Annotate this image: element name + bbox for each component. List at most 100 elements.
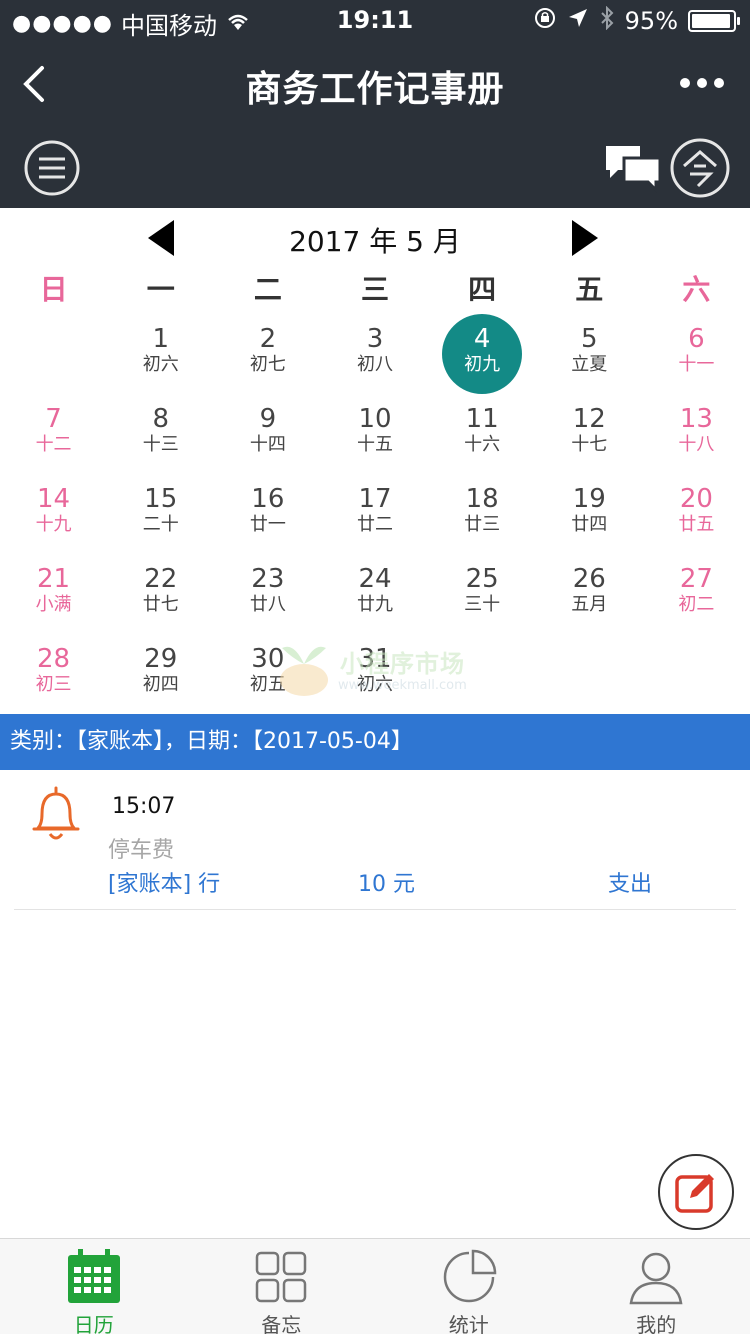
day-number: 7 bbox=[45, 404, 62, 434]
day-number: 9 bbox=[259, 404, 277, 434]
calendar-day-14[interactable]: 14 十九 bbox=[0, 474, 107, 554]
calendar-day-3[interactable]: 3 初八 bbox=[321, 314, 428, 394]
calendar-day-4[interactable]: 4 初九 bbox=[429, 314, 536, 394]
calendar-day-18[interactable]: 18 廿三 bbox=[429, 474, 536, 554]
today-button[interactable] bbox=[668, 136, 732, 200]
add-note-button[interactable] bbox=[658, 1154, 734, 1230]
calendar-day-1[interactable]: 1 初六 bbox=[107, 314, 214, 394]
lunar-date: 十一 bbox=[678, 354, 715, 375]
day-number: 21 bbox=[37, 564, 71, 594]
lunar-date: 廿七 bbox=[142, 594, 179, 615]
tab-calendar[interactable]: 日历 bbox=[0, 1239, 188, 1334]
day-number: 8 bbox=[152, 404, 169, 434]
weekday-header: 日 一 二 三 四 五 六 bbox=[0, 270, 750, 310]
chat-button[interactable] bbox=[604, 142, 662, 194]
calendar-empty-cell bbox=[0, 314, 107, 394]
lunar-date: 五月 bbox=[571, 594, 608, 615]
tab-calendar-label: 日历 bbox=[73, 1313, 114, 1334]
calendar-day-12[interactable]: 12 十七 bbox=[536, 394, 643, 474]
day-number: 23 bbox=[251, 564, 285, 594]
calendar-day-21[interactable]: 21 小满 bbox=[0, 554, 107, 634]
tab-mine[interactable]: 我的 bbox=[563, 1239, 750, 1334]
day-number: 27 bbox=[679, 564, 713, 594]
calendar-day-16[interactable]: 16 廿一 bbox=[214, 474, 321, 554]
menu-button[interactable] bbox=[22, 138, 82, 198]
calendar-day-7[interactable]: 7 十二 bbox=[0, 394, 107, 474]
status-bar: ●●●●● 中国移动 19:11 95% bbox=[0, 0, 750, 40]
menu-icon bbox=[24, 140, 80, 196]
calendar-day-8[interactable]: 8 十三 bbox=[107, 394, 214, 474]
weekday-tue: 二 bbox=[253, 273, 282, 306]
calendar-day-6[interactable]: 6 十一 bbox=[643, 314, 750, 394]
lunar-date: 立夏 bbox=[571, 354, 608, 375]
record-type: 支出 bbox=[608, 872, 653, 897]
calendar-day-13[interactable]: 13 十八 bbox=[643, 394, 750, 474]
day-number: 31 bbox=[358, 644, 392, 674]
chat-bubbles-icon bbox=[606, 146, 662, 194]
record-item[interactable]: 15:07 停车费 [家账本] 行 10 元 支出 bbox=[14, 778, 736, 910]
lunar-date: 二十 bbox=[142, 514, 179, 535]
record-category: [家账本] 行 bbox=[108, 872, 221, 897]
bell-icon bbox=[32, 786, 80, 840]
calendar-day-22[interactable]: 22 廿七 bbox=[107, 554, 214, 634]
day-number: 16 bbox=[251, 484, 285, 514]
calendar-day-29[interactable]: 29 初四 bbox=[107, 634, 214, 714]
calendar-day-9[interactable]: 9 十四 bbox=[214, 394, 321, 474]
calendar-day-19[interactable]: 19 廿四 bbox=[536, 474, 643, 554]
calendar-day-10[interactable]: 10 十五 bbox=[321, 394, 428, 474]
day-number: 11 bbox=[465, 404, 499, 434]
calendar-day-31[interactable]: 31 初六 bbox=[321, 634, 428, 714]
lunar-date: 三十 bbox=[464, 594, 501, 615]
calendar-day-23[interactable]: 23 廿八 bbox=[214, 554, 321, 634]
battery-percent: 95% bbox=[624, 7, 678, 35]
calendar-day-28[interactable]: 28 初三 bbox=[0, 634, 107, 714]
selection-info-bar: 类别：【家账本】，日期：【2017-05-04】 bbox=[0, 714, 750, 770]
lunar-date: 十六 bbox=[464, 434, 501, 455]
day-number: 2 bbox=[259, 324, 277, 354]
tab-memo[interactable]: 备忘 bbox=[188, 1239, 376, 1334]
rotation-lock-icon bbox=[533, 6, 557, 36]
day-number: 13 bbox=[679, 404, 713, 434]
calendar-day-5[interactable]: 5 立夏 bbox=[536, 314, 643, 394]
lunar-date: 廿一 bbox=[249, 514, 286, 535]
calendar-day-25[interactable]: 25 三十 bbox=[429, 554, 536, 634]
toolbar bbox=[0, 128, 750, 208]
tab-bar: 日历 备忘 统计 我的 bbox=[0, 1238, 750, 1334]
lunar-date: 小满 bbox=[35, 594, 72, 615]
lunar-date: 初九 bbox=[464, 354, 501, 375]
weekday-sat: 六 bbox=[682, 273, 711, 306]
battery-icon bbox=[688, 10, 740, 32]
lunar-date: 十五 bbox=[356, 434, 393, 455]
day-number: 3 bbox=[366, 324, 384, 354]
day-number: 12 bbox=[572, 404, 606, 434]
day-number: 14 bbox=[37, 484, 71, 514]
calendar-day-17[interactable]: 17 廿二 bbox=[321, 474, 428, 554]
calendar-day-30[interactable]: 30 初五 bbox=[214, 634, 321, 714]
day-number: 18 bbox=[465, 484, 499, 514]
page-title: 商务工作记事册 bbox=[245, 69, 505, 110]
day-number: 28 bbox=[37, 644, 71, 674]
day-number: 17 bbox=[358, 484, 392, 514]
calendar-icon bbox=[67, 1249, 120, 1303]
nav-bar: 商务工作记事册 bbox=[0, 40, 750, 128]
month-header: 2017 年 5 月 bbox=[0, 208, 750, 264]
day-number: 4 bbox=[473, 324, 491, 354]
calendar-day-27[interactable]: 27 初二 bbox=[643, 554, 750, 634]
lunar-date: 十四 bbox=[249, 434, 286, 455]
lunar-date: 初六 bbox=[142, 354, 179, 375]
calendar-day-11[interactable]: 11 十六 bbox=[429, 394, 536, 474]
bluetooth-icon bbox=[599, 5, 615, 36]
calendar-day-20[interactable]: 20 廿五 bbox=[643, 474, 750, 554]
calendar-day-26[interactable]: 26 五月 bbox=[536, 554, 643, 634]
day-number: 19 bbox=[572, 484, 606, 514]
day-number: 6 bbox=[688, 324, 705, 354]
calendar-day-24[interactable]: 24 廿九 bbox=[321, 554, 428, 634]
record-amount: 10 元 bbox=[358, 872, 415, 897]
more-button[interactable] bbox=[678, 68, 726, 98]
lunar-date: 十九 bbox=[35, 514, 72, 535]
next-month-button[interactable] bbox=[570, 220, 600, 256]
calendar-day-15[interactable]: 15 二十 bbox=[107, 474, 214, 554]
tab-stats[interactable]: 统计 bbox=[375, 1239, 563, 1334]
calendar-day-2[interactable]: 2 初七 bbox=[214, 314, 321, 394]
day-number: 25 bbox=[465, 564, 499, 594]
